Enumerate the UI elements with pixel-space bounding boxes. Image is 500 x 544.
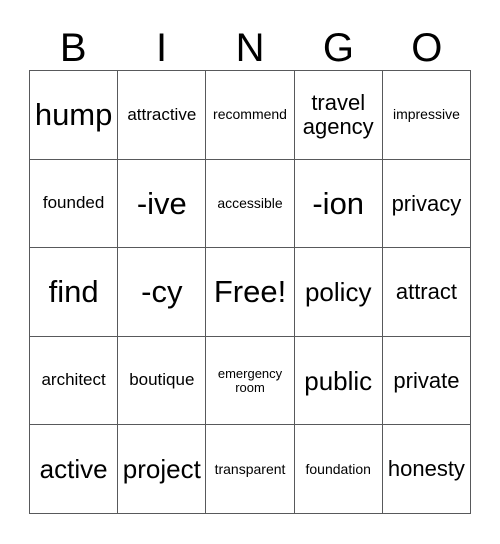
bingo-cell-label: emergency room	[217, 365, 283, 395]
bingo-cell-label: privacy	[391, 190, 462, 216]
bingo-cell-label: architect	[41, 370, 106, 390]
bingo-row: active project transparent foundation ho…	[30, 425, 472, 514]
bingo-cell[interactable]: attractive	[118, 71, 207, 160]
bingo-cell-free[interactable]: Free!	[206, 248, 295, 337]
bingo-cell[interactable]: find	[30, 248, 119, 337]
bingo-cell-label: foundation	[305, 460, 371, 477]
header-letter-n: N	[235, 26, 265, 70]
bingo-cell[interactable]: architect	[30, 336, 119, 426]
bingo-cell-label: find	[48, 274, 99, 310]
bingo-cell[interactable]: foundation	[294, 425, 383, 514]
bingo-cell[interactable]: -cy	[118, 248, 207, 337]
bingo-cell[interactable]: -ion	[294, 159, 383, 249]
bingo-cell-label: project	[122, 454, 201, 485]
bingo-row: hump attractive recommend travel agency …	[30, 71, 472, 160]
bingo-cell-label: transparent	[214, 460, 286, 477]
bingo-cell[interactable]: travel agency	[294, 71, 383, 160]
header-letter-o: O	[411, 26, 443, 70]
bingo-cell[interactable]: -ive	[118, 159, 207, 249]
bingo-cell-label: policy	[304, 276, 372, 307]
bingo-cell-label: -cy	[141, 274, 183, 310]
bingo-cell-label: attract	[395, 279, 457, 305]
bingo-cell[interactable]: honesty	[382, 425, 472, 514]
header-letter-g: G	[322, 26, 354, 70]
bingo-free-space-label: Free!	[213, 274, 287, 310]
bingo-card: B I N G O hump attractive recommend trav…	[0, 0, 500, 544]
bingo-cell-label: -ion	[312, 185, 365, 221]
bingo-header-row: B I N G O	[29, 14, 471, 70]
header-letter-i: I	[156, 26, 168, 70]
bingo-cell[interactable]: recommend	[206, 71, 295, 160]
header-letter-b: B	[59, 26, 87, 70]
bingo-cell-label: impressive	[392, 106, 460, 123]
bingo-cell-label: founded	[42, 193, 105, 213]
bingo-cell-label: travel agency	[302, 90, 374, 139]
bingo-cell[interactable]: project	[118, 425, 207, 514]
bingo-cell[interactable]: transparent	[206, 425, 295, 514]
bingo-row: founded -ive accessible -ion privacy	[30, 159, 472, 249]
bingo-cell-label: active	[39, 454, 108, 485]
bingo-cell[interactable]: privacy	[382, 159, 472, 249]
bingo-cell-label: accessible	[217, 194, 283, 211]
bingo-cell-label: private	[393, 367, 460, 393]
bingo-grid: hump attractive recommend travel agency …	[29, 70, 472, 514]
bingo-cell[interactable]: emergency room	[206, 336, 295, 426]
bingo-cell[interactable]: impressive	[382, 71, 472, 160]
bingo-cell[interactable]: active	[30, 425, 119, 514]
bingo-cell-label: attractive	[127, 104, 197, 124]
bingo-cell[interactable]: public	[294, 336, 383, 426]
bingo-cell[interactable]: attract	[382, 248, 472, 337]
bingo-cell[interactable]: private	[382, 336, 472, 426]
bingo-cell-label: honesty	[387, 456, 465, 482]
bingo-cell[interactable]: hump	[30, 71, 119, 160]
bingo-cell-label: public	[304, 365, 373, 396]
bingo-cell-label: -ive	[136, 185, 187, 221]
bingo-row: find -cy Free! policy attract	[30, 248, 472, 337]
bingo-row: architect boutique emergency room public…	[30, 336, 472, 426]
bingo-cell[interactable]: founded	[30, 159, 119, 249]
bingo-cell[interactable]: boutique	[118, 336, 207, 426]
bingo-cell-label: hump	[34, 97, 113, 133]
bingo-cell-label: boutique	[129, 370, 195, 390]
bingo-cell[interactable]: policy	[294, 248, 383, 337]
bingo-cell-label: recommend	[213, 106, 287, 123]
bingo-cell[interactable]: accessible	[206, 159, 295, 249]
